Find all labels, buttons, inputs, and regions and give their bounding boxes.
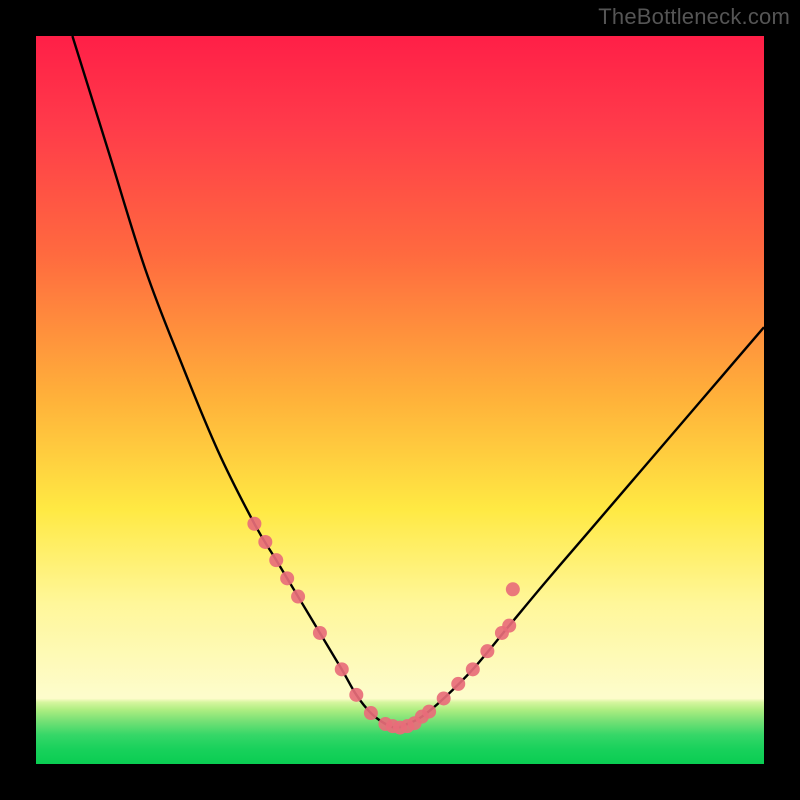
marker-dot — [502, 619, 516, 633]
bottleneck-curve — [72, 36, 764, 728]
marker-dot — [313, 626, 327, 640]
marker-dot — [258, 535, 272, 549]
marker-dot — [451, 677, 465, 691]
marker-dot — [480, 644, 494, 658]
chart-frame: TheBottleneck.com — [0, 0, 800, 800]
plot-area — [36, 36, 764, 764]
marker-dot — [364, 706, 378, 720]
marker-dot — [269, 553, 283, 567]
marker-dot — [422, 705, 436, 719]
marker-dot — [247, 517, 261, 531]
watermark-text: TheBottleneck.com — [598, 4, 790, 30]
marker-dot — [506, 582, 520, 596]
curve-layer — [36, 36, 764, 764]
bottleneck-curve-path — [72, 36, 764, 728]
highlighted-points — [247, 517, 519, 735]
marker-dot — [437, 691, 451, 705]
marker-dot — [291, 590, 305, 604]
marker-dot — [280, 571, 294, 585]
marker-dot — [349, 688, 363, 702]
marker-dot — [335, 662, 349, 676]
marker-dot — [466, 662, 480, 676]
